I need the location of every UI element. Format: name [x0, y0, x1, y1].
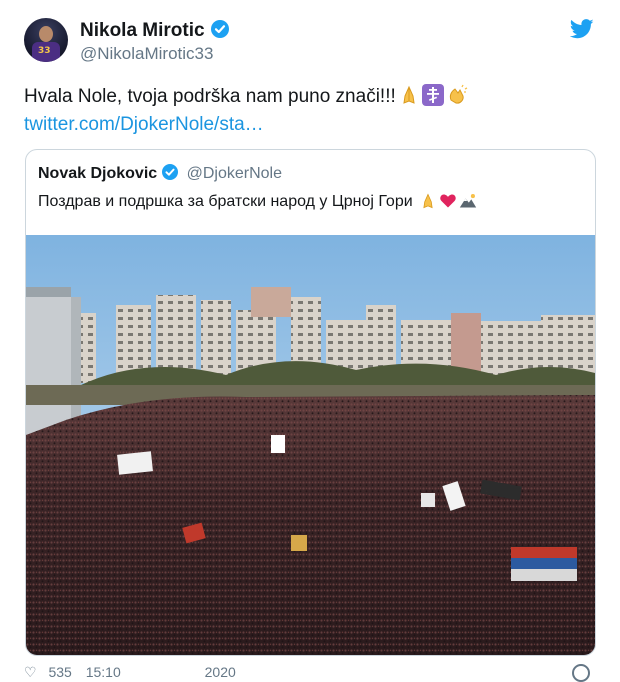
quoted-author-handle: @DjokerNole — [186, 165, 282, 182]
quoted-tweet[interactable]: Novak Djokovic @DjokerNole Поздрав и под… — [25, 149, 596, 656]
like-count: 535 — [48, 664, 72, 680]
orthodox-cross-icon — [421, 84, 444, 106]
twitter-bird-icon[interactable] — [570, 19, 594, 39]
verified-badge-icon — [210, 20, 229, 38]
crowd-photo[interactable] — [26, 235, 595, 655]
info-icon[interactable] — [572, 664, 590, 682]
like-heart-icon[interactable]: ♡ — [24, 664, 37, 681]
tweet-link[interactable]: twitter.com/DjokerNole/sta… — [24, 114, 264, 136]
mountain-icon — [459, 192, 477, 210]
author-name[interactable]: Nikola Mirotic — [80, 20, 229, 42]
author-avatar[interactable]: 33 — [24, 18, 68, 62]
tweet-footer: ♡ 535 15:10 2020 — [24, 664, 236, 681]
tweet-text: Hvala Nole, tvoja podrška nam puno znači… — [24, 84, 468, 108]
quoted-text-body: Поздрав и подршка за братски народ у Црн… — [38, 193, 413, 210]
tweet-date: 2020 — [204, 664, 236, 680]
quoted-author-name: Novak Djokovic — [38, 165, 158, 182]
red-heart-icon — [439, 192, 457, 210]
clapping-hands-icon — [446, 84, 468, 106]
tweet-text-body: Hvala Nole, tvoja podrška nam puno znači… — [24, 86, 396, 107]
folded-hands-icon — [397, 84, 420, 106]
author-name-label: Nikola Mirotic — [80, 20, 205, 41]
tweet-time: 15:10 — [85, 664, 121, 680]
quoted-author[interactable]: Novak Djokovic @DjokerNole — [38, 164, 282, 183]
author-handle[interactable]: @NikolaMirotic33 — [80, 44, 213, 64]
tweet-card: 33 Nikola Mirotic @NikolaMirotic33 Hvala… — [0, 0, 620, 682]
avatar-jersey-number: 33 — [38, 46, 51, 56]
quoted-verified-badge-icon — [162, 164, 179, 180]
quoted-text: Поздрав и подршка за братски народ у Црн… — [38, 192, 477, 211]
folded-hands-icon — [419, 192, 437, 210]
